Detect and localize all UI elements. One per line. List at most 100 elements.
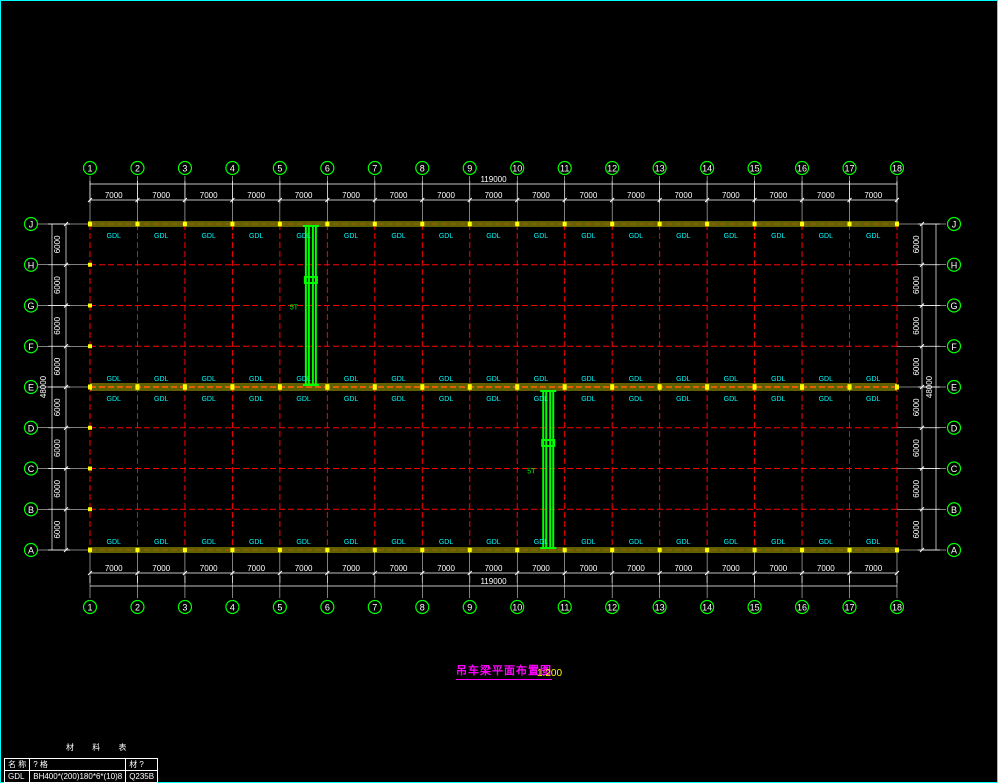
- beam-label: GDL: [249, 233, 264, 240]
- column-axis-label: 8: [420, 603, 425, 613]
- bay-dimension-text: 7000: [437, 191, 455, 200]
- column-marker: [610, 384, 615, 390]
- column-marker: [800, 384, 805, 390]
- column-marker: [277, 547, 282, 553]
- column-marker: [372, 221, 377, 227]
- row-axis-label: E: [28, 383, 34, 393]
- beam-label: GDL: [724, 396, 739, 403]
- column-marker: [135, 221, 140, 227]
- drawing-scale: 1:200: [537, 668, 563, 679]
- column-marker: [230, 547, 235, 553]
- column-marker: [894, 384, 899, 390]
- crane-capacity-label: 5T: [527, 469, 536, 476]
- column-marker: [88, 303, 92, 308]
- beam-label: GDL: [154, 539, 169, 546]
- beam-label: GDL: [866, 376, 881, 383]
- column-axis-label: 3: [182, 603, 187, 613]
- bay-dimension-text: 7000: [722, 564, 740, 573]
- beam-label: GDL: [629, 376, 644, 383]
- beam-label: GDL: [296, 233, 311, 240]
- column-axis-label: 4: [230, 603, 235, 613]
- beam-label: GDL: [486, 396, 501, 403]
- beam-label: GDL: [534, 376, 549, 383]
- column-axis-label: 13: [655, 164, 665, 174]
- column-axis-label: 5: [277, 164, 282, 174]
- beam-label: GDL: [534, 539, 549, 546]
- column-marker: [88, 425, 92, 430]
- column-axis-label: 16: [797, 164, 807, 174]
- column-marker: [562, 547, 567, 553]
- beam-label: GDL: [486, 376, 501, 383]
- beam-label: GDL: [771, 396, 786, 403]
- beam-label: GDL: [629, 539, 644, 546]
- bay-dimension-text: 7000: [295, 191, 313, 200]
- beam-label: GDL: [866, 233, 881, 240]
- beam-label: GDL: [107, 376, 122, 383]
- column-marker: [88, 507, 92, 512]
- beam-label: GDL: [391, 539, 406, 546]
- bay-dimension-text: 7000: [864, 564, 882, 573]
- beam-label: GDL: [676, 539, 691, 546]
- beam-label: GDL: [391, 233, 406, 240]
- column-marker: [325, 547, 330, 553]
- material-table-header-row: 名 称 ? 格 材 ?: [3, 758, 159, 771]
- material-table-cell: Q235B: [125, 770, 159, 783]
- column-marker: [372, 384, 377, 390]
- beam-label: GDL: [819, 396, 834, 403]
- column-axis-label: 14: [702, 603, 712, 613]
- bay-dimension-text: 7000: [152, 191, 170, 200]
- beam-label: GDL: [296, 376, 311, 383]
- bay-dimension-text: 7000: [532, 191, 550, 200]
- column-marker: [182, 547, 187, 553]
- beam-label: GDL: [154, 376, 169, 383]
- beam-label: GDL: [581, 396, 596, 403]
- row-axis-label: H: [951, 260, 958, 270]
- row-axis-label: D: [951, 423, 958, 433]
- row-dimension-text: 6000: [912, 316, 921, 334]
- row-axis-label: H: [28, 260, 35, 270]
- column-marker: [657, 384, 662, 390]
- beam-label: GDL: [391, 396, 406, 403]
- column-axis-label: 10: [512, 603, 522, 613]
- bay-dimension-text: 7000: [627, 564, 645, 573]
- column-marker: [847, 221, 852, 227]
- beam-label: GDL: [866, 396, 881, 403]
- column-marker: [182, 384, 187, 390]
- bay-dimension-text: 7000: [390, 564, 408, 573]
- column-marker: [894, 547, 899, 553]
- beam-label: GDL: [249, 396, 264, 403]
- beam-label: GDL: [771, 539, 786, 546]
- row-dimension-text: 6000: [53, 520, 62, 538]
- beam-label: GDL: [676, 396, 691, 403]
- column-axis-label: 6: [325, 603, 330, 613]
- beam-label: GDL: [107, 233, 122, 240]
- row-dimension-text: 6000: [53, 235, 62, 253]
- beam-label: GDL: [486, 539, 501, 546]
- bay-dimension-text: 7000: [769, 564, 787, 573]
- bay-dimension-text: 7000: [437, 564, 455, 573]
- bay-dimension-text: 7000: [817, 191, 835, 200]
- column-axis-label: 6: [325, 164, 330, 174]
- row-dimension-text: 6000: [53, 357, 62, 375]
- column-marker: [657, 547, 662, 553]
- column-marker: [277, 384, 282, 390]
- beam-label: GDL: [296, 539, 311, 546]
- beam-label: GDL: [296, 396, 311, 403]
- beam-label: GDL: [154, 396, 169, 403]
- column-axis-label: 4: [230, 164, 235, 174]
- label-layer: GDL GDL GDL GDL GDL GDL GDL GDL GDL GDL GDL GDL GDL G…: [107, 233, 881, 546]
- beam-label: GDL: [439, 376, 454, 383]
- column-marker: [562, 384, 567, 390]
- column-axis-label: 18: [892, 603, 902, 613]
- column-marker: [88, 384, 92, 390]
- column-axis-label: 17: [845, 603, 855, 613]
- column-axis-label: 12: [607, 164, 617, 174]
- column-marker: [182, 221, 187, 227]
- bay-dimension-text: 7000: [152, 564, 170, 573]
- column-marker: [894, 221, 899, 227]
- bay-dimension-text: 7000: [295, 564, 313, 573]
- beam-label: GDL: [724, 233, 739, 240]
- column-axis-label: 2: [135, 164, 140, 174]
- column-axis-label: 3: [182, 164, 187, 174]
- column-axis-label: 11: [560, 164, 569, 174]
